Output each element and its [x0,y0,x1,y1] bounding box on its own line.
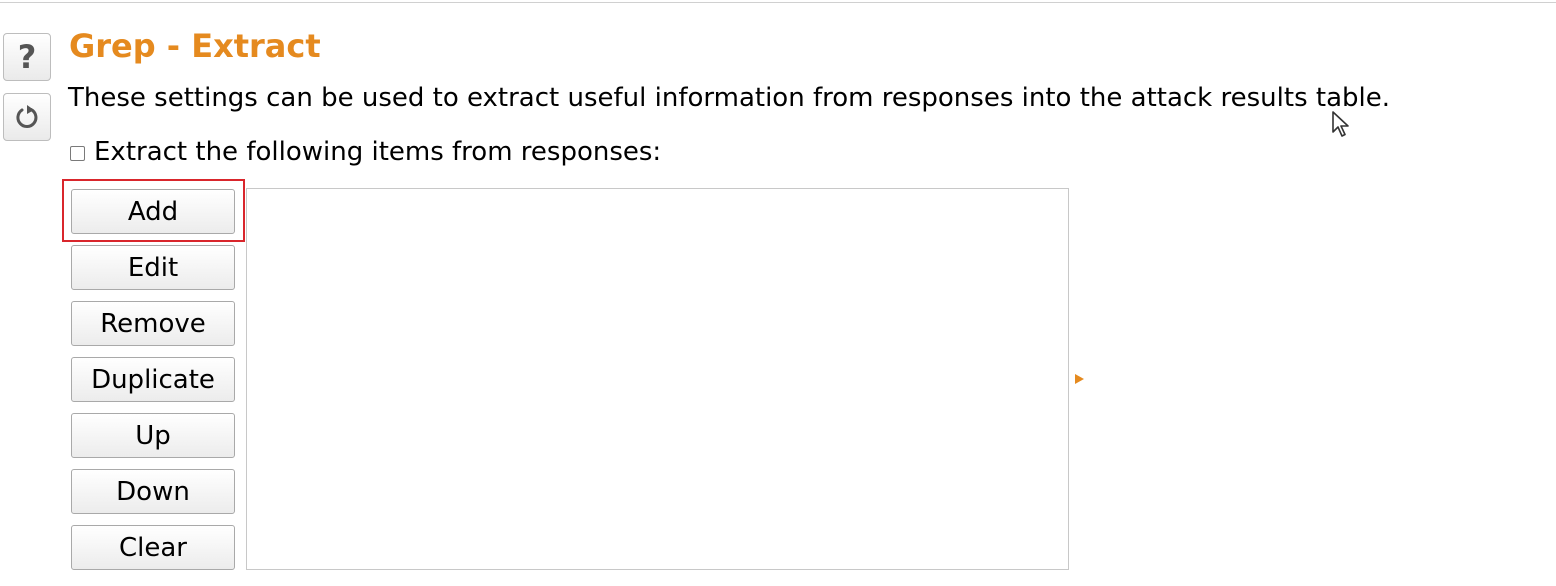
extract-items-list[interactable] [246,188,1069,570]
extract-items-checkbox-label[interactable]: Extract the following items from respons… [94,134,661,170]
help-icon: ? [17,38,37,76]
extract-items-option[interactable]: Extract the following items from respons… [70,134,661,170]
reset-icon [16,105,38,128]
up-button[interactable]: Up [71,413,235,458]
section-title: Grep - Extract [69,27,321,65]
top-divider [0,2,1556,3]
duplicate-button[interactable]: Duplicate [71,357,235,402]
grep-extract-page: ? Grep - Extract These settings can be u… [0,0,1556,586]
add-button-highlight [62,179,245,242]
help-button[interactable]: ? [3,33,51,81]
extract-items-checkbox[interactable] [70,145,85,161]
expand-arrow-icon[interactable] [1075,374,1084,384]
section-description: These settings can be used to extract us… [68,83,1390,113]
clear-button[interactable]: Clear [71,525,235,570]
reset-defaults-button[interactable] [3,93,51,141]
down-button[interactable]: Down [71,469,235,514]
remove-button[interactable]: Remove [71,301,235,346]
edit-button[interactable]: Edit [71,245,235,290]
mouse-cursor-icon [1332,111,1349,137]
